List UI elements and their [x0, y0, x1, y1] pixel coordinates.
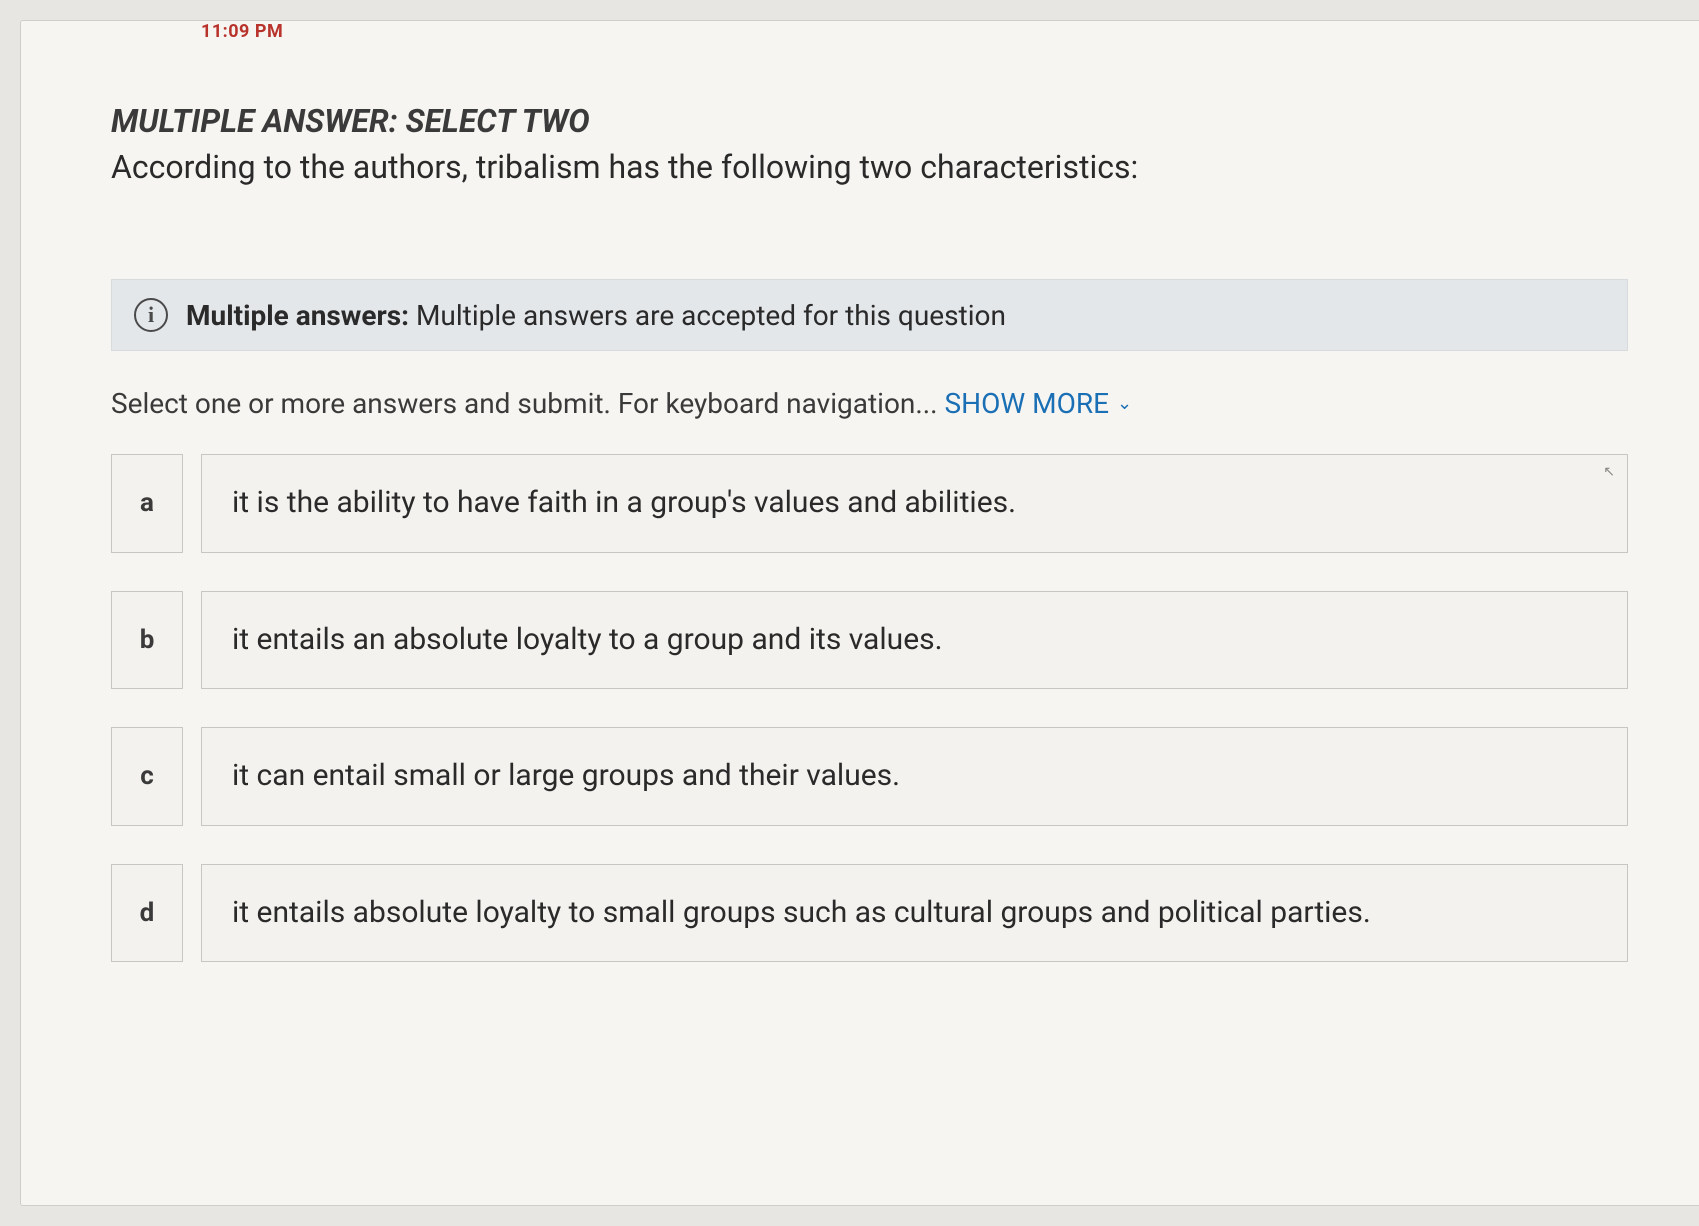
info-banner: i Multiple answers: Multiple answers are…	[111, 279, 1628, 351]
option-letter: c	[111, 727, 183, 826]
show-more-link[interactable]: SHOW MORE ⌄	[945, 387, 1133, 420]
option-text: it entails an absolute loyalty to a grou…	[201, 591, 1628, 690]
option-letter: a	[111, 454, 183, 553]
question-card: 11:09 PM MULTIPLE ANSWER: SELECT TWO Acc…	[20, 20, 1699, 1206]
question-prompt: According to the authors, tribalism has …	[111, 146, 1628, 189]
info-banner-body: Multiple answers are accepted for this q…	[416, 299, 1006, 332]
timestamp: 11:09 PM	[21, 21, 1699, 42]
info-banner-text: Multiple answers: Multiple answers are a…	[186, 299, 1006, 332]
question-block: MULTIPLE ANSWER: SELECT TWO According to…	[21, 42, 1699, 209]
show-more-label: SHOW MORE	[945, 387, 1110, 420]
option-text: it is the ability to have faith in a gro…	[201, 454, 1628, 553]
chevron-down-icon: ⌄	[1117, 393, 1132, 414]
option-text-label: it is the ability to have faith in a gro…	[232, 483, 1016, 524]
info-icon: i	[134, 298, 168, 332]
nav-hint-prefix: Select one or more answers and submit. F…	[111, 387, 945, 420]
option-text-label: it can entail small or large groups and …	[232, 756, 900, 797]
navigation-hint: Select one or more answers and submit. F…	[21, 351, 1699, 430]
option-text: it can entail small or large groups and …	[201, 727, 1628, 826]
option-d[interactable]: d it entails absolute loyalty to small g…	[111, 864, 1628, 963]
option-c[interactable]: c it can entail small or large groups an…	[111, 727, 1628, 826]
option-a[interactable]: a it is the ability to have faith in a g…	[111, 454, 1628, 553]
option-b[interactable]: b it entails an absolute loyalty to a gr…	[111, 591, 1628, 690]
info-banner-label: Multiple answers:	[186, 299, 409, 332]
options-list: a it is the ability to have faith in a g…	[21, 430, 1699, 962]
option-text: it entails absolute loyalty to small gro…	[201, 864, 1628, 963]
option-text-label: it entails absolute loyalty to small gro…	[232, 893, 1371, 934]
question-instruction: MULTIPLE ANSWER: SELECT TWO	[111, 102, 1628, 140]
option-letter: d	[111, 864, 183, 963]
option-letter: b	[111, 591, 183, 690]
option-text-label: it entails an absolute loyalty to a grou…	[232, 620, 943, 661]
cursor-marker-icon: ↖	[1603, 463, 1615, 482]
